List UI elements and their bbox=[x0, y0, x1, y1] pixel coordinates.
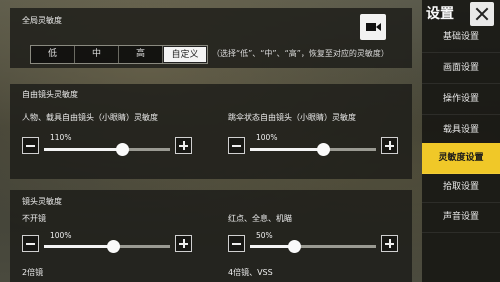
sidebar-item-vehicle[interactable]: 载具设置 bbox=[422, 115, 500, 146]
sidebar-item-controls[interactable]: 操作设置 bbox=[422, 84, 500, 115]
red-dot-holo-label: 红点、全息、机瞄 bbox=[228, 214, 292, 223]
video-camera-icon bbox=[366, 23, 381, 31]
parachute-decrease-button[interactable] bbox=[228, 137, 245, 154]
free-look-panel: 自由镜头灵敏度 bbox=[10, 84, 412, 179]
sidebar-item-audio[interactable]: 声音设置 bbox=[422, 202, 500, 233]
scope-sensitivity-title: 镜头灵敏度 bbox=[22, 197, 62, 206]
global-sensitivity-title: 全局灵敏度 bbox=[22, 16, 62, 25]
parachute-free-look-label: 跳伞状态自由镜头（小眼睛）灵敏度 bbox=[228, 113, 356, 122]
no-scope-increase-button[interactable] bbox=[175, 235, 192, 252]
no-scope-slider-fill bbox=[44, 245, 114, 248]
preset-custom-button[interactable]: 自定义 bbox=[163, 46, 207, 63]
4x-scope-label: 4倍镜、VSS bbox=[228, 268, 273, 277]
red-dot-holo-slider-knob[interactable] bbox=[287, 240, 301, 253]
free-look-title: 自由镜头灵敏度 bbox=[22, 90, 78, 99]
preset-medium-button[interactable]: 中 bbox=[75, 46, 119, 63]
sidebar-item-graphics[interactable]: 画面设置 bbox=[422, 53, 500, 84]
parachute-increase-button[interactable] bbox=[381, 137, 398, 154]
character-vehicle-decrease-button[interactable] bbox=[22, 137, 39, 154]
character-vehicle-free-look-value: 110% bbox=[50, 133, 72, 142]
sidebar-item-pickup[interactable]: 拾取设置 bbox=[422, 172, 500, 203]
no-scope-slider[interactable] bbox=[44, 240, 170, 253]
no-scope-label: 不开镜 bbox=[22, 214, 46, 223]
settings-title: 设置 bbox=[426, 6, 454, 22]
red-dot-holo-increase-button[interactable] bbox=[381, 235, 398, 252]
sidebar-item-sensitivity[interactable]: 灵敏度设置 bbox=[422, 143, 500, 174]
character-vehicle-increase-button[interactable] bbox=[175, 137, 192, 154]
red-dot-holo-slider[interactable] bbox=[250, 240, 376, 253]
sensitivity-preset-selector: 低 中 高 自定义 bbox=[30, 45, 208, 64]
no-scope-decrease-button[interactable] bbox=[22, 235, 39, 252]
no-scope-slider-knob[interactable] bbox=[106, 240, 120, 253]
parachute-slider-knob[interactable] bbox=[316, 143, 330, 156]
character-vehicle-slider[interactable] bbox=[44, 143, 170, 156]
settings-sidebar: 设置 基础设置 画面设置 操作设置 载具设置 灵敏度设置 拾取设置 声音设置 bbox=[422, 0, 500, 282]
character-vehicle-free-look-label: 人物、载具自由镜头（小眼睛）灵敏度 bbox=[22, 113, 158, 122]
preset-high-button[interactable]: 高 bbox=[119, 46, 163, 63]
character-vehicle-slider-fill bbox=[44, 148, 123, 151]
character-vehicle-slider-knob[interactable] bbox=[115, 143, 129, 156]
parachute-slider-fill bbox=[250, 148, 324, 151]
red-dot-holo-decrease-button[interactable] bbox=[228, 235, 245, 252]
global-sensitivity-panel: 全局灵敏度 低 中 高 自定义 （选择“低”、“中”、“高”，恢复至对应的灵敏度… bbox=[10, 8, 412, 68]
video-camera-button[interactable] bbox=[360, 14, 386, 40]
sidebar-item-basic[interactable]: 基础设置 bbox=[422, 22, 500, 53]
close-button[interactable] bbox=[470, 2, 494, 26]
preset-hint: （选择“低”、“中”、“高”，恢复至对应的灵敏度） bbox=[212, 49, 389, 58]
red-dot-holo-value: 50% bbox=[256, 231, 273, 240]
parachute-slider[interactable] bbox=[250, 143, 376, 156]
preset-low-button[interactable]: 低 bbox=[31, 46, 75, 63]
no-scope-value: 100% bbox=[50, 231, 72, 240]
parachute-free-look-value: 100% bbox=[256, 133, 278, 142]
2x-scope-label: 2倍镜 bbox=[22, 268, 44, 277]
